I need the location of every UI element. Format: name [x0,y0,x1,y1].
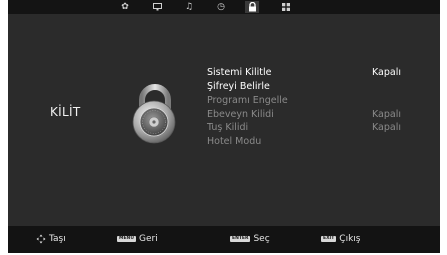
hint-select-label: Seç [253,234,270,244]
menu-item-block-program[interactable]: Programı Engelle [207,95,417,109]
menu-item-set-password[interactable]: Şifreyi Belirle [207,81,417,95]
hint-move-label: Taşı [49,234,66,244]
menu-item-parental-lock[interactable]: Ebeveyn Kilidi Kapalı [207,109,417,123]
menu-item-label: Sistemi Kilitle [207,67,272,78]
hint-back: MENU Geri [117,233,158,245]
picture-icon[interactable]: ✿ [118,1,132,13]
hint-select: ENTER Seç [230,233,270,245]
menu-item-label: Şifreyi Belirle [207,81,270,92]
lock-icon-shape [248,2,256,12]
hint-back-label: Geri [138,234,158,244]
menu-item-value: Kapalı [371,67,401,78]
hint-move: Taşı [36,233,66,245]
padlock-illustration-icon [132,84,176,144]
enter-key-icon: ENTER [230,236,251,242]
menu-item-label: Hotel Modu [207,136,262,147]
hint-bar: Taşı MENU Geri ENTER Seç EXIT Çıkış [8,226,440,253]
exit-key-icon: EXIT [321,236,337,242]
music-icon[interactable]: ♫ [182,1,196,13]
section-title: KİLİT [50,105,81,119]
menu-item-value: Kapalı [371,122,401,133]
settings-grid-icon[interactable] [279,1,293,13]
monitor-icon[interactable] [150,1,164,13]
menu-item-label: Programı Engelle [207,95,288,106]
monitor-icon-shape [152,3,162,11]
menu-key-icon: MENU [117,236,136,242]
menu-item-label: Ebeveyn Kilidi [207,109,274,120]
category-tab-bar: ✿ ♫ ◷ [8,0,440,14]
hint-exit-label: Çıkış [339,234,361,244]
osd-screen: ✿ ♫ ◷ KİLİT Sistemi Kilitle Kapalı Şifre… [8,0,440,253]
lock-icon[interactable] [245,1,259,13]
menu-item-system-lock[interactable]: Sistemi Kilitle Kapalı [207,67,417,81]
menu-item-hotel-mode[interactable]: Hotel Modu [207,136,417,150]
menu-item-value: Kapalı [371,109,401,120]
menu-item-key-lock[interactable]: Tuş Kilidi Kapalı [207,122,417,136]
arrows-icon [36,234,46,244]
hint-exit: EXIT Çıkış [321,233,360,245]
clock-icon[interactable]: ◷ [214,1,228,13]
grid-icon-shape [282,3,290,11]
menu-item-label: Tuş Kilidi [207,122,249,133]
tv-frame: ✿ ♫ ◷ KİLİT Sistemi Kilitle Kapalı Şifre… [0,0,447,255]
